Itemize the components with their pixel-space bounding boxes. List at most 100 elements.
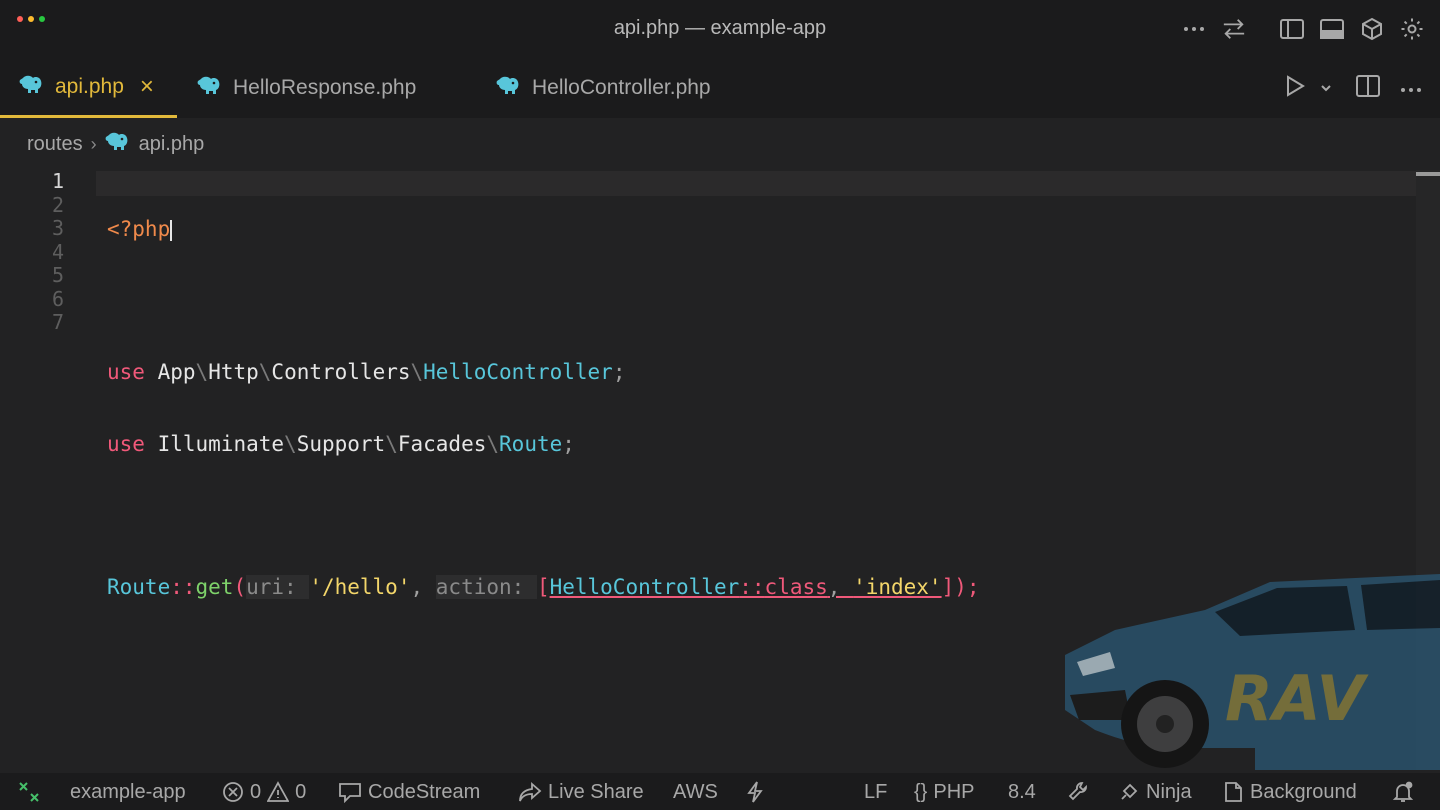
line-number: 1 bbox=[51, 169, 64, 193]
php-elephant-icon bbox=[19, 74, 43, 100]
string-literal: '/hello' bbox=[309, 574, 411, 599]
namespace-part: App bbox=[157, 360, 196, 384]
live-share-item[interactable]: Live Share bbox=[518, 780, 644, 804]
remote-indicator[interactable] bbox=[18, 780, 40, 804]
background-car-image: RAV bbox=[1065, 574, 1440, 770]
string-literal: 'index' bbox=[853, 574, 942, 599]
comma: , bbox=[410, 574, 436, 599]
semicolon: ; bbox=[562, 431, 575, 456]
code-line-6: Route::get(uri: '/hello', action: [Hello… bbox=[107, 574, 980, 600]
php-elephant-icon bbox=[496, 75, 520, 101]
bracket: ] bbox=[941, 574, 955, 599]
code-content[interactable]: <?php use App\Http\Controllers\HelloCont… bbox=[107, 170, 980, 719]
document-icon bbox=[1225, 782, 1242, 802]
notifications-bell-icon[interactable] bbox=[1392, 780, 1414, 804]
language-label: PHP bbox=[933, 780, 975, 803]
more-actions-icon[interactable] bbox=[1182, 14, 1206, 44]
breadcrumb: routes › api.php bbox=[27, 131, 204, 157]
php-version-label: 8.4 bbox=[1008, 780, 1036, 803]
tab-label: api.php bbox=[55, 74, 124, 98]
status-bar: example-app 0 0 CodeStream Live Share AW… bbox=[0, 773, 1440, 810]
error-icon bbox=[223, 782, 243, 802]
title-bar: api.php — example-app bbox=[0, 0, 1440, 58]
tab-hellocontroller-php[interactable]: HelloController.php bbox=[496, 58, 711, 118]
inlay-hint: uri: bbox=[246, 574, 310, 599]
svg-text:RAV: RAV bbox=[1225, 662, 1370, 735]
codestream-item[interactable]: CodeStream bbox=[338, 780, 480, 804]
share-arrow-icon bbox=[519, 782, 542, 802]
compare-arrows-icon[interactable] bbox=[1222, 14, 1246, 44]
plug-icon bbox=[1121, 783, 1138, 800]
breadcrumb-file[interactable]: api.php bbox=[139, 133, 205, 156]
comment-icon bbox=[339, 783, 361, 803]
remote-icon bbox=[19, 782, 39, 802]
ninja-item[interactable]: Ninja bbox=[1118, 780, 1192, 804]
lightning-icon[interactable] bbox=[746, 780, 764, 804]
namespace-part: Controllers bbox=[271, 360, 411, 384]
paren: ); bbox=[954, 574, 980, 599]
namespace-part: Facades bbox=[397, 431, 487, 456]
line-number: 5 bbox=[51, 263, 64, 287]
namespace-part: Illuminate bbox=[157, 431, 285, 456]
function-name: get bbox=[195, 574, 234, 599]
breadcrumb-folder[interactable]: routes bbox=[27, 133, 83, 156]
run-play-icon[interactable] bbox=[1284, 74, 1306, 103]
scrollbar-thumb[interactable] bbox=[1416, 172, 1440, 176]
close-tab-icon[interactable]: × bbox=[140, 73, 154, 101]
php-elephant-icon bbox=[105, 131, 129, 157]
error-count: 0 bbox=[250, 780, 262, 803]
more-editor-actions-icon[interactable] bbox=[1400, 80, 1422, 98]
settings-gear-icon[interactable] bbox=[1400, 14, 1424, 44]
ninja-label: Ninja bbox=[1146, 780, 1192, 803]
problems-indicator[interactable]: 0 0 bbox=[222, 780, 306, 804]
line-ending-label: LF bbox=[864, 780, 888, 803]
comma: , bbox=[827, 574, 854, 599]
code-line-3: use App\Http\Controllers\HelloController… bbox=[107, 360, 626, 384]
php-version-item[interactable]: 8.4 bbox=[1008, 780, 1036, 804]
warning-count: 0 bbox=[295, 780, 307, 803]
toggle-panel-icon[interactable] bbox=[1320, 14, 1344, 44]
chevron-right-icon: › bbox=[90, 133, 97, 154]
keyword: class bbox=[764, 574, 828, 599]
extensions-cube-icon[interactable] bbox=[1360, 14, 1384, 44]
codestream-label: CodeStream bbox=[368, 780, 481, 803]
wrench-icon[interactable] bbox=[1068, 780, 1090, 804]
tab-helloresponse-php[interactable]: HelloResponse.php bbox=[197, 58, 416, 118]
tab-label: HelloResponse.php bbox=[233, 76, 417, 99]
text-cursor bbox=[170, 219, 173, 241]
line-number: 6 bbox=[51, 286, 64, 311]
language-mode-item[interactable]: {} PHP bbox=[914, 780, 974, 804]
aws-item[interactable]: AWS bbox=[673, 780, 718, 804]
editor-actions bbox=[1284, 74, 1422, 103]
semicolon: ; bbox=[612, 360, 626, 384]
line-number: 4 bbox=[51, 239, 64, 264]
line-ending-item[interactable]: LF bbox=[864, 780, 887, 804]
namespace-part: Support bbox=[296, 431, 386, 456]
project-name[interactable]: example-app bbox=[70, 780, 186, 804]
namespace-part: Http bbox=[208, 360, 259, 384]
line-number: 3 bbox=[51, 216, 64, 240]
line-number: 2 bbox=[51, 192, 64, 217]
project-label: example-app bbox=[70, 780, 186, 803]
inlay-hint: action: bbox=[435, 574, 537, 599]
operator: :: bbox=[170, 574, 196, 599]
php-elephant-icon bbox=[197, 75, 221, 101]
class-name: Route bbox=[107, 574, 171, 599]
toggle-sidebar-icon[interactable] bbox=[1280, 14, 1304, 44]
class-name: HelloController bbox=[549, 574, 740, 599]
split-editor-icon[interactable] bbox=[1356, 75, 1380, 102]
code-line-4: use Illuminate\Support\Facades\Route; bbox=[107, 431, 575, 456]
paren: ( bbox=[233, 574, 247, 599]
tab-api-php[interactable]: api.php × bbox=[0, 58, 177, 118]
keyword: use bbox=[107, 431, 145, 456]
code-line-1: <?php bbox=[107, 217, 980, 242]
tab-bar: api.php × HelloResponse.php HelloControl… bbox=[0, 58, 1440, 118]
background-label: Background bbox=[1250, 780, 1357, 803]
tab-label: HelloController.php bbox=[532, 76, 711, 99]
background-item[interactable]: Background bbox=[1222, 780, 1357, 804]
warning-icon bbox=[267, 781, 290, 802]
chevron-down-icon[interactable] bbox=[1320, 80, 1332, 98]
class-name: Route bbox=[499, 431, 563, 456]
